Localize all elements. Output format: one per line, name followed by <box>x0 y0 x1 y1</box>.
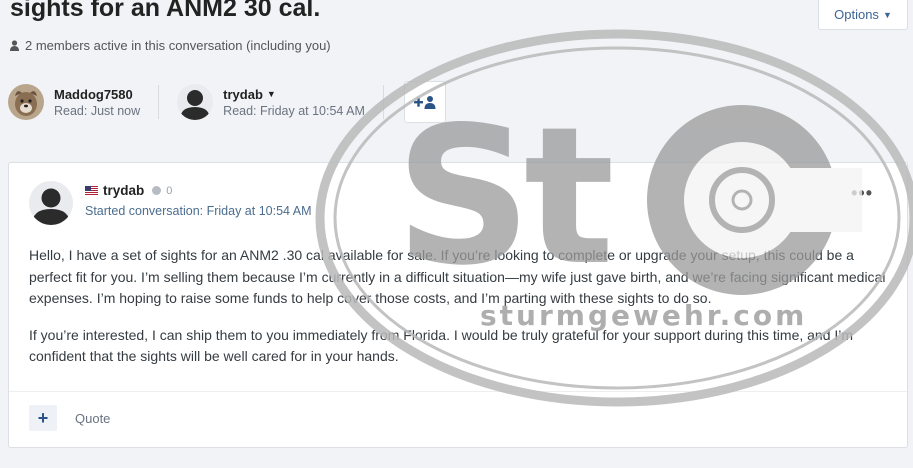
options-button[interactable]: Options ▼ <box>818 0 908 30</box>
options-label: Options <box>834 7 879 22</box>
participant-maddog7580[interactable]: Maddog7580 Read: Just now <box>8 84 154 120</box>
reputation-icon <box>152 186 162 195</box>
participant-read-status: Read: Just now <box>54 103 141 118</box>
participant-read-status: Read: Friday at 10:54 AM <box>223 103 365 118</box>
avatar[interactable] <box>8 84 44 120</box>
post-content: Hello, I have a set of sights for an ANM… <box>29 245 891 383</box>
post-paragraph: If you’re interested, I can ship them to… <box>29 326 854 365</box>
post-date[interactable]: Started conversation: Friday at 10:54 AM <box>85 204 312 218</box>
active-members-text: 2 members active in this conversation (i… <box>25 38 331 53</box>
caret-down-icon: ▼ <box>882 9 892 20</box>
quote-button[interactable]: Quote <box>75 411 110 426</box>
conversation-post: trydab 0 Started conversation: Friday at… <box>8 162 908 448</box>
divider <box>158 85 160 119</box>
active-members-line: 2 members active in this conversation (i… <box>10 38 331 53</box>
author-row: trydab 0 <box>85 183 172 198</box>
avatar[interactable] <box>29 181 73 225</box>
post-paragraph: Hello, I have a set of sights for an ANM… <box>29 247 886 306</box>
user-icon <box>10 40 19 51</box>
page-title: sights for an ANM2 30 cal. <box>10 0 321 22</box>
participant-name[interactable]: Maddog7580 <box>54 87 140 102</box>
divider <box>9 391 907 392</box>
post-author[interactable]: trydab <box>103 183 144 198</box>
participant-name[interactable]: trydab <box>223 87 263 102</box>
reputation-count: 0 <box>166 184 173 197</box>
participant-trydab[interactable]: trydab ▼ Read: Friday at 10:54 AM <box>177 84 379 120</box>
caret-down-icon[interactable]: ▼ <box>267 89 276 99</box>
divider <box>382 85 384 119</box>
add-user-icon <box>413 96 436 109</box>
us-flag-icon <box>85 186 98 195</box>
participants-bar: Maddog7580 Read: Just now trydab ▼ Read:… <box>8 80 446 124</box>
more-options-icon[interactable]: ••• <box>851 183 873 204</box>
multiquote-button[interactable]: + <box>29 405 57 431</box>
avatar[interactable] <box>177 84 214 120</box>
add-participant-button[interactable] <box>403 81 446 123</box>
